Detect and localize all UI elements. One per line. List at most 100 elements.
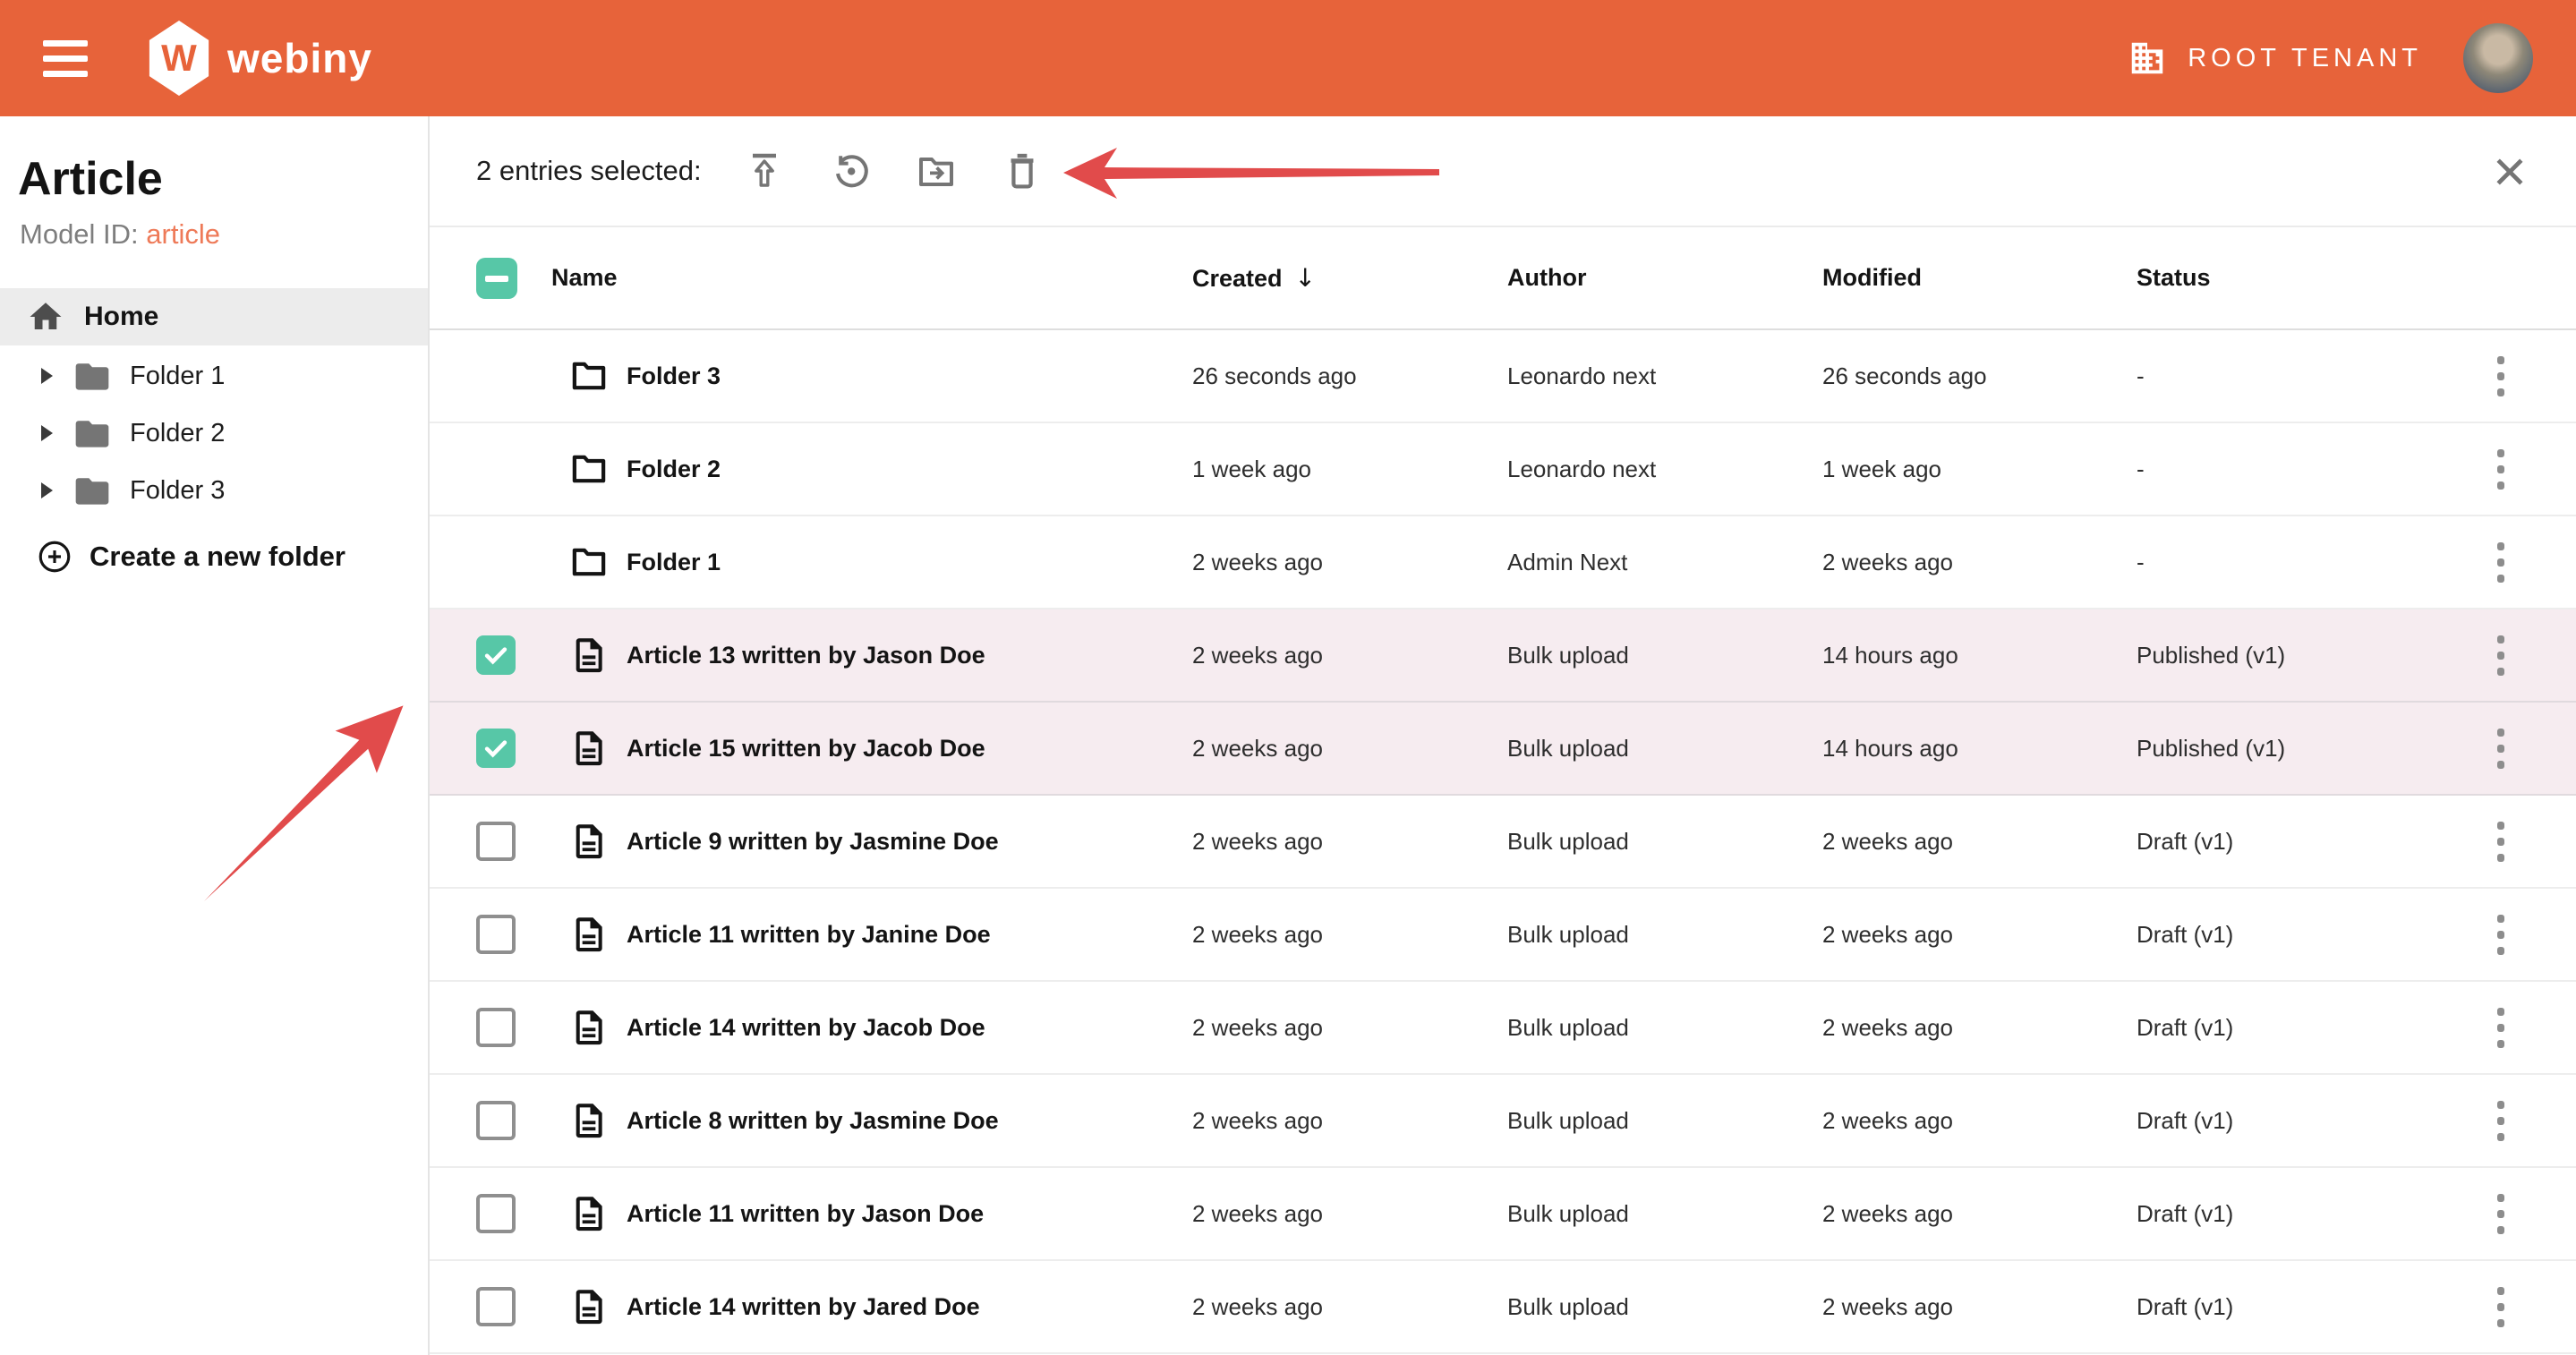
row-modified: 2 weeks ago: [1822, 1014, 2137, 1042]
add-circle-icon: [36, 538, 73, 575]
row-menu-button[interactable]: [2478, 526, 2524, 598]
row-name[interactable]: Article 9 written by Jasmine Doe: [627, 828, 999, 856]
close-selection-button[interactable]: [2488, 150, 2531, 193]
row-author: Bulk upload: [1507, 1200, 1822, 1228]
row-checkbox[interactable]: [476, 1287, 516, 1326]
row-type-icon: [569, 1287, 609, 1326]
chevron-right-icon[interactable]: [41, 482, 53, 499]
webiny-logo[interactable]: W webiny: [147, 21, 372, 96]
row-name[interactable]: Article 8 written by Jasmine Doe: [627, 1107, 999, 1135]
row-type-icon: [569, 915, 609, 954]
row-type-icon: [569, 356, 609, 396]
home-icon: [27, 298, 64, 336]
row-checkbox[interactable]: [476, 822, 516, 861]
row-type-icon: [569, 1008, 609, 1047]
content-panel: 2 entries selected:: [430, 116, 2576, 1355]
row-type-icon: [569, 1101, 609, 1140]
row-checkbox[interactable]: [476, 635, 516, 675]
folder-icon: [73, 413, 112, 453]
row-created: 2 weeks ago: [1192, 735, 1507, 763]
row-modified: 2 weeks ago: [1822, 921, 2137, 949]
table-row[interactable]: Article 11 written by Janine Doe 2 weeks…: [430, 889, 2576, 982]
row-menu-button[interactable]: [2478, 899, 2524, 970]
sidebar-folder-item[interactable]: Folder 1: [0, 347, 428, 405]
column-header-status[interactable]: Status: [2137, 264, 2458, 292]
webiny-logo-letter: W: [161, 37, 197, 80]
sidebar: Article Model ID: article Home Folder 1 …: [0, 116, 430, 1355]
row-menu-button[interactable]: [2478, 433, 2524, 505]
row-menu-button[interactable]: [2478, 1178, 2524, 1249]
row-name[interactable]: Article 11 written by Jason Doe: [627, 1200, 984, 1228]
row-checkbox[interactable]: [476, 915, 516, 954]
row-modified: 2 weeks ago: [1822, 1107, 2137, 1135]
row-menu-button[interactable]: [2478, 1085, 2524, 1156]
table-row[interactable]: Article 9 written by Jasmine Doe 2 weeks…: [430, 796, 2576, 889]
table-row[interactable]: Folder 3 26 seconds ago Leonardo next 26…: [430, 330, 2576, 423]
row-author: Leonardo next: [1507, 456, 1822, 483]
row-menu-button[interactable]: [2478, 1271, 2524, 1342]
row-type-icon: [569, 635, 609, 675]
row-checkbox[interactable]: [476, 1101, 516, 1140]
row-name[interactable]: Folder 3: [627, 362, 721, 390]
delete-button[interactable]: [999, 148, 1045, 194]
row-status: Draft (v1): [2137, 1014, 2458, 1042]
row-status: Published (v1): [2137, 642, 2458, 669]
row-menu-button[interactable]: [2478, 805, 2524, 877]
publish-button[interactable]: [741, 148, 788, 194]
sidebar-item-home[interactable]: Home: [0, 288, 428, 345]
table-header: Name Created↓ Author Modified Status: [430, 227, 2576, 330]
row-checkbox[interactable]: [476, 729, 516, 768]
menu-icon[interactable]: [43, 40, 88, 77]
row-type-icon: [569, 542, 609, 582]
chevron-right-icon[interactable]: [41, 425, 53, 441]
sidebar-folder-item[interactable]: Folder 2: [0, 405, 428, 462]
select-all-checkbox[interactable]: [476, 258, 517, 299]
row-modified: 1 week ago: [1822, 456, 2137, 483]
row-checkbox[interactable]: [476, 1194, 516, 1233]
table-row[interactable]: Article 13 written by Jason Doe 2 weeks …: [430, 609, 2576, 703]
column-header-author[interactable]: Author: [1507, 264, 1822, 292]
row-menu-button[interactable]: [2478, 619, 2524, 691]
create-folder-button[interactable]: Create a new folder: [0, 528, 428, 585]
row-modified: 2 weeks ago: [1822, 1200, 2137, 1228]
row-name[interactable]: Folder 2: [627, 456, 721, 483]
row-created: 2 weeks ago: [1192, 1107, 1507, 1135]
tenant-selector[interactable]: ROOT TENANT: [2127, 38, 2422, 79]
unpublish-button[interactable]: [827, 148, 874, 194]
bulk-actions-toolbar: 2 entries selected:: [430, 116, 2576, 227]
row-name[interactable]: Article 11 written by Janine Doe: [627, 921, 991, 949]
table-row[interactable]: Article 14 written by Jacob Doe 2 weeks …: [430, 982, 2576, 1075]
row-status: -: [2137, 456, 2458, 483]
row-name[interactable]: Article 13 written by Jason Doe: [627, 642, 985, 669]
table-row[interactable]: Article 14 written by Jared Doe 2 weeks …: [430, 1261, 2576, 1354]
row-name[interactable]: Article 14 written by Jared Doe: [627, 1293, 980, 1321]
row-menu-button[interactable]: [2478, 712, 2524, 784]
table-row[interactable]: Folder 2 1 week ago Leonardo next 1 week…: [430, 423, 2576, 516]
row-created: 2 weeks ago: [1192, 1200, 1507, 1228]
row-name[interactable]: Article 14 written by Jacob Doe: [627, 1014, 985, 1042]
table-row[interactable]: Article 11 written by Jason Doe 2 weeks …: [430, 1168, 2576, 1261]
row-checkbox[interactable]: [476, 1008, 516, 1047]
model-id-label: Model ID:: [20, 218, 146, 250]
move-to-folder-button[interactable]: [913, 148, 960, 194]
row-modified: 2 weeks ago: [1822, 549, 2137, 576]
row-menu-button[interactable]: [2478, 340, 2524, 412]
row-type-icon: [569, 1194, 609, 1233]
brand-wordmark: webiny: [227, 34, 372, 82]
column-header-modified[interactable]: Modified: [1822, 264, 2137, 292]
sidebar-folder-item[interactable]: Folder 3: [0, 462, 428, 519]
table-row[interactable]: Folder 1 2 weeks ago Admin Next 2 weeks …: [430, 516, 2576, 609]
column-header-created[interactable]: Created↓: [1192, 263, 1507, 293]
row-status: Published (v1): [2137, 735, 2458, 763]
row-menu-button[interactable]: [2478, 992, 2524, 1063]
model-id: Model ID: article: [20, 218, 428, 251]
row-status: Draft (v1): [2137, 1200, 2458, 1228]
row-name[interactable]: Folder 1: [627, 549, 721, 576]
row-name[interactable]: Article 15 written by Jacob Doe: [627, 735, 985, 763]
avatar[interactable]: [2463, 23, 2533, 93]
chevron-right-icon[interactable]: [41, 368, 53, 384]
table-row[interactable]: Article 15 written by Jacob Doe 2 weeks …: [430, 703, 2576, 796]
row-author: Bulk upload: [1507, 642, 1822, 669]
table-row[interactable]: Article 8 written by Jasmine Doe 2 weeks…: [430, 1075, 2576, 1168]
column-header-name[interactable]: Name: [516, 264, 1192, 292]
